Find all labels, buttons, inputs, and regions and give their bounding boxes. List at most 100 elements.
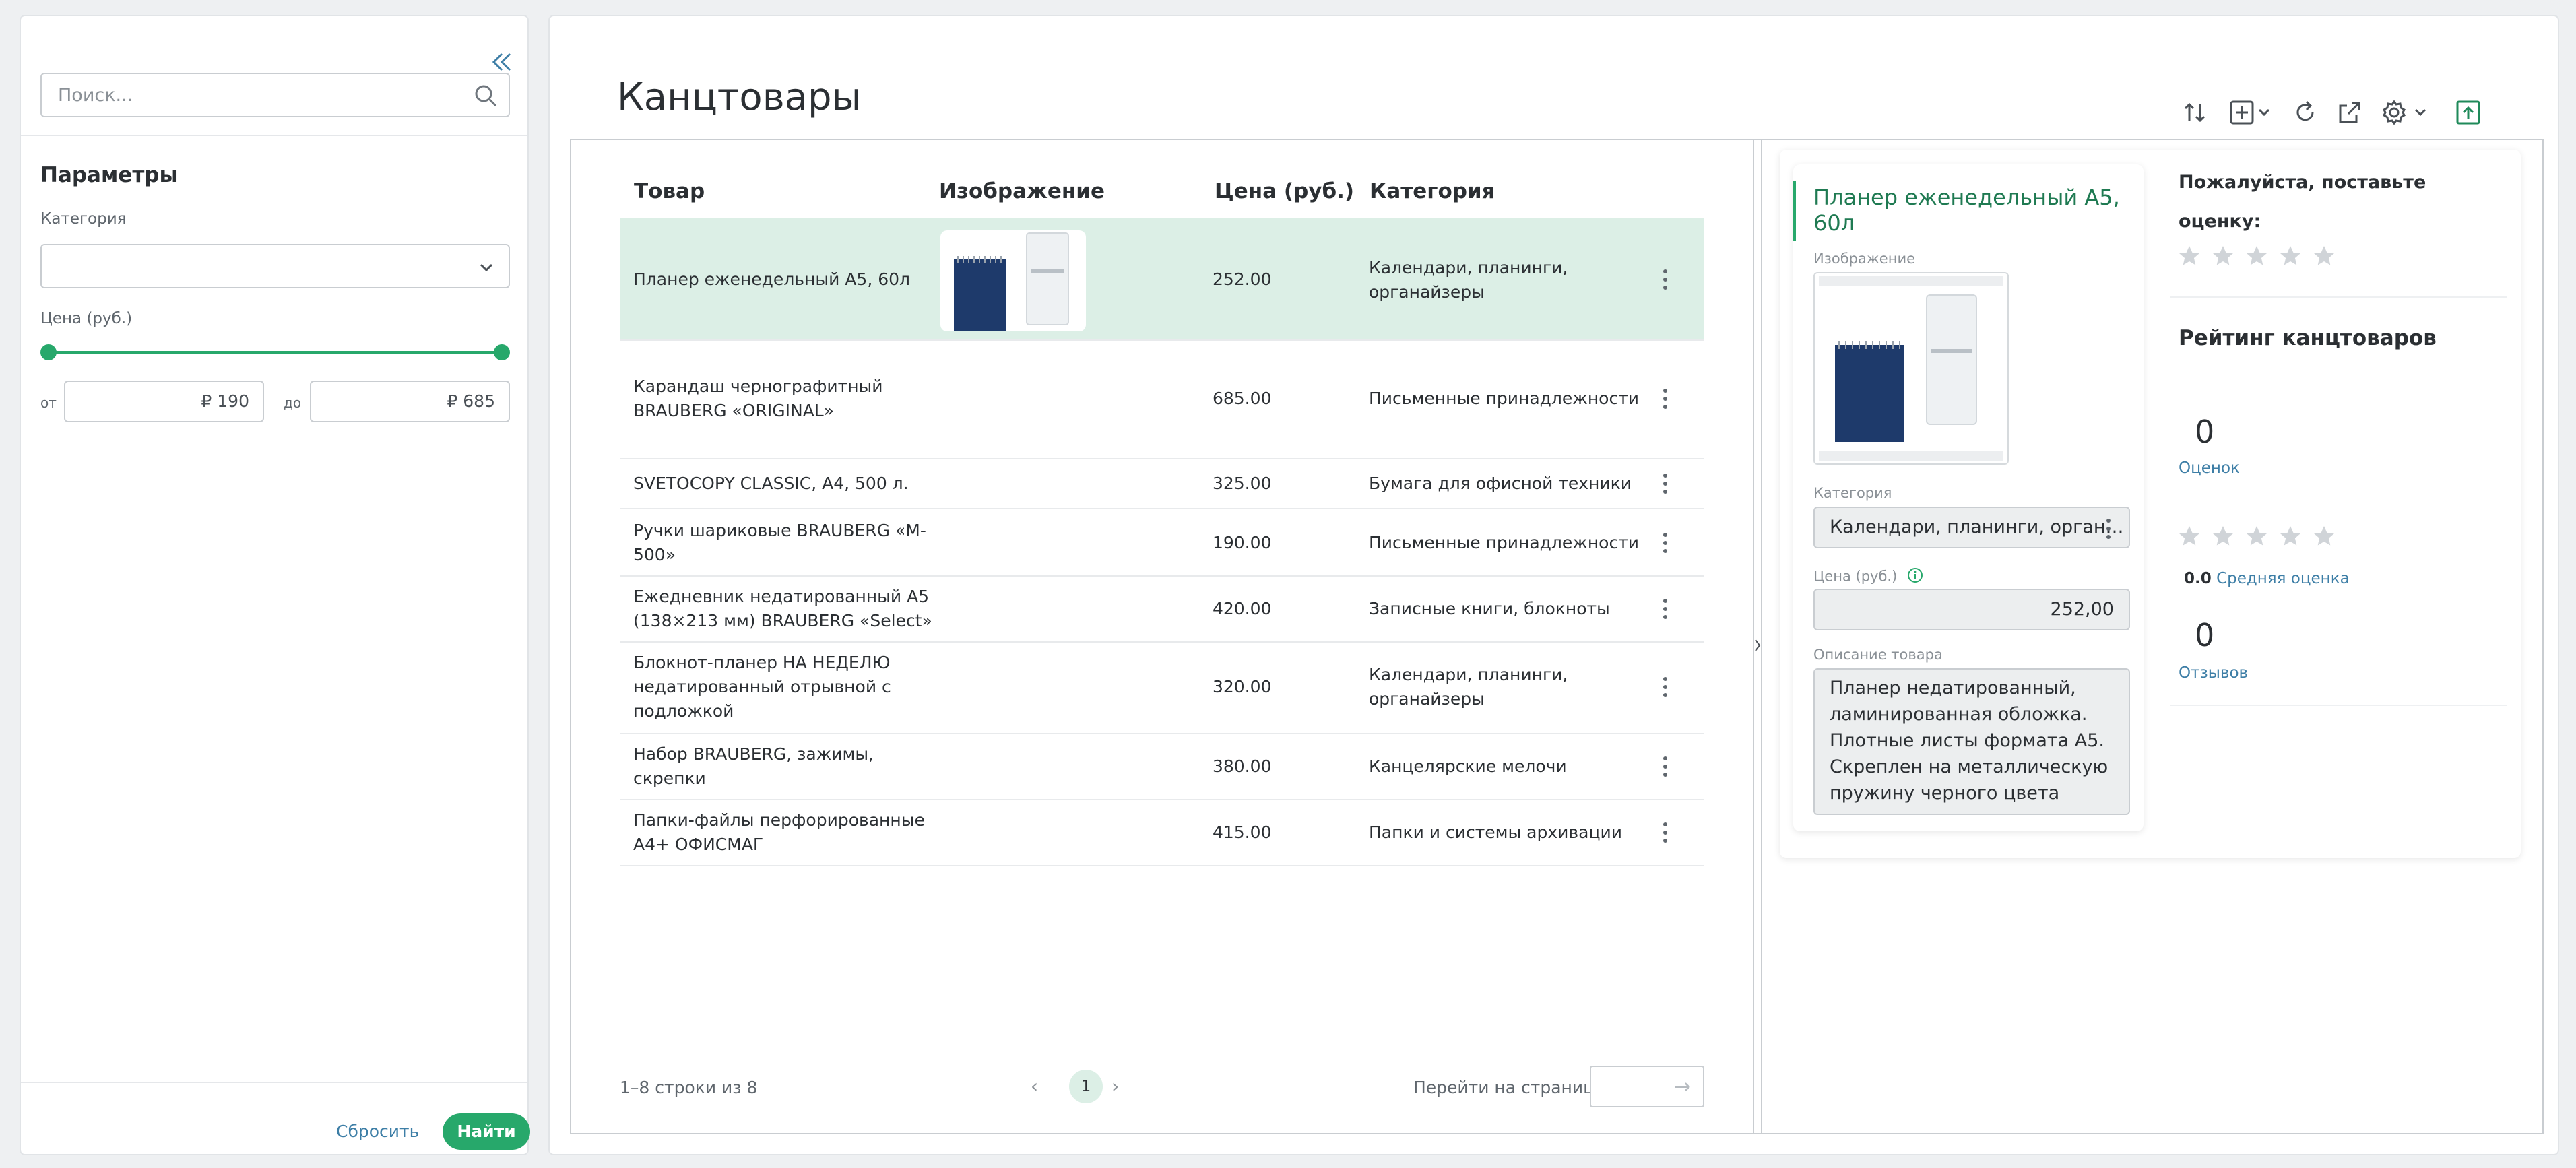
details-price-field[interactable]: 252,00 xyxy=(1813,589,2130,630)
product-category-cell: Календари, планинги, органайзеры xyxy=(1369,258,1568,302)
average-rating-label: Средняя оценка xyxy=(2216,570,2350,587)
field-menu-icon[interactable] xyxy=(2103,516,2114,555)
refresh-icon[interactable] xyxy=(2290,96,2320,129)
params-title: Параметры xyxy=(40,163,179,187)
pager-prev-icon[interactable]: ‹ xyxy=(1031,1075,1038,1097)
table-row[interactable]: Папки-файлы перфорированные А4+ ОФИСМАГ … xyxy=(620,800,1704,866)
price-from-input[interactable]: ₽ 190 xyxy=(64,381,264,422)
rate-stars xyxy=(2177,244,2336,268)
table-row[interactable]: Ежедневник недатированный А5 (138×213 мм… xyxy=(620,577,1704,643)
product-price-cell: 325.00 xyxy=(1213,474,1272,493)
arrow-right-icon[interactable]: → xyxy=(1674,1075,1691,1099)
search-icon[interactable] xyxy=(474,84,498,108)
details-panel: Планер еженедельный А5, 60л Изображение xyxy=(1780,150,2521,858)
export-icon[interactable] xyxy=(2335,96,2364,129)
panel-splitter[interactable] xyxy=(1753,140,1762,1133)
star-icon xyxy=(2278,524,2303,548)
product-name-cell: Карандаш чернографитный BRAUBERG «ORIGIN… xyxy=(633,377,883,420)
product-price-cell: 415.00 xyxy=(1213,822,1272,842)
category-select[interactable] xyxy=(40,244,510,288)
row-menu-icon[interactable] xyxy=(1659,675,1672,699)
product-price-cell: 320.00 xyxy=(1213,677,1272,696)
image-label: Изображение xyxy=(1813,251,1916,267)
row-menu-icon[interactable] xyxy=(1659,531,1672,555)
column-header-price[interactable]: Цена (руб.) xyxy=(1215,179,1354,203)
table-row[interactable]: Планер еженедельный А5, 60л 252.00 Кален… xyxy=(620,218,1704,341)
star-icon[interactable] xyxy=(2177,244,2201,268)
details-description-field[interactable]: Планер недатированный, ламинированная об… xyxy=(1813,668,2130,815)
average-stars xyxy=(2177,524,2336,548)
table-row[interactable]: Набор BRAUBERG, зажимы, скрепки 380.00 К… xyxy=(620,734,1704,800)
main-panel: Канцтовары Товар Изображение Цена (руб.)… xyxy=(548,15,2559,1155)
product-price-cell: 380.00 xyxy=(1213,756,1272,776)
goto-page-label: Перейти на страницу xyxy=(1413,1078,1605,1097)
ratings-count: 0 xyxy=(2195,414,2215,450)
star-icon xyxy=(2312,524,2336,548)
table-row[interactable]: Блокнот-планер НА НЕДЕЛЮ недатированный … xyxy=(620,643,1704,734)
price-to-prefix: до xyxy=(284,395,302,411)
row-menu-icon[interactable] xyxy=(1659,267,1672,292)
details-price-label: Цена (руб.) xyxy=(1813,567,1923,587)
goto-page-input[interactable]: → xyxy=(1590,1066,1704,1107)
table-row[interactable]: SVETOCOPY CLASSIC, А4, 500 л. 325.00 Бум… xyxy=(620,459,1704,509)
settings-icon[interactable] xyxy=(2379,96,2433,129)
row-menu-icon[interactable] xyxy=(1659,820,1672,845)
product-price-cell: 420.00 xyxy=(1213,599,1272,618)
price-slider-min-handle[interactable] xyxy=(40,344,57,360)
rate-prompt: Пожалуйста, поставьте оценку: xyxy=(2179,172,2426,232)
grid-header: Товар Изображение Цена (руб.) Категория xyxy=(571,140,1757,216)
product-category-cell: Записные книги, блокноты xyxy=(1369,599,1610,618)
star-icon[interactable] xyxy=(2312,244,2336,268)
table-row[interactable]: Карандаш чернографитный BRAUBERG «ORIGIN… xyxy=(620,341,1704,459)
row-menu-icon[interactable] xyxy=(1659,597,1672,621)
average-rating-value: 0.0 xyxy=(2184,570,2212,587)
product-image[interactable] xyxy=(1813,272,2009,465)
product-name-cell: Планер еженедельный А5, 60л xyxy=(633,269,910,289)
column-header-category[interactable]: Категория xyxy=(1370,179,1495,203)
price-slider-max-handle[interactable] xyxy=(494,344,510,360)
product-category-cell: Письменные принадлежности xyxy=(1369,533,1640,552)
star-icon[interactable] xyxy=(2278,244,2303,268)
product-form: Планер еженедельный А5, 60л Изображение xyxy=(1793,164,2144,831)
rating-bottom-divider xyxy=(2170,705,2507,706)
collapse-panel-icon[interactable] xyxy=(488,48,515,75)
splitter-grip-icon[interactable] xyxy=(1754,639,1761,652)
average-rating: 0.0 Средняя оценка xyxy=(2184,570,2350,587)
product-name-cell: Папки-файлы перфорированные А4+ ОФИСМАГ xyxy=(633,810,925,854)
find-button[interactable]: Найти xyxy=(443,1113,530,1150)
reset-button[interactable]: Сбросить xyxy=(336,1114,419,1149)
details-description-label: Описание товара xyxy=(1813,647,1943,663)
product-name-cell: Набор BRAUBERG, зажимы, скрепки xyxy=(633,744,874,788)
search-input[interactable] xyxy=(42,74,446,116)
pager-next-icon[interactable]: › xyxy=(1112,1075,1119,1097)
filter-panel: Параметры Категория Цена (руб.) от ₽ 190… xyxy=(20,15,530,1155)
star-icon xyxy=(2245,524,2269,548)
price-slider-track[interactable] xyxy=(48,351,502,354)
star-icon[interactable] xyxy=(2211,244,2235,268)
filter-divider xyxy=(21,135,527,136)
star-icon[interactable] xyxy=(2245,244,2269,268)
search-field xyxy=(40,73,510,117)
star-icon xyxy=(2211,524,2235,548)
form-title: Планер еженедельный А5, 60л xyxy=(1813,185,2120,236)
star-icon xyxy=(2177,524,2201,548)
column-header-image[interactable]: Изображение xyxy=(939,179,1105,203)
column-header-product[interactable]: Товар xyxy=(634,179,705,203)
content-frame: Товар Изображение Цена (руб.) Категория … xyxy=(570,139,2544,1134)
row-menu-icon[interactable] xyxy=(1659,472,1672,496)
product-category-cell: Канцелярские мелочи xyxy=(1369,756,1567,776)
info-icon[interactable] xyxy=(1907,567,1923,587)
price-to-input[interactable]: ₽ 685 xyxy=(310,381,510,422)
ratings-count-label: Оценок xyxy=(2179,459,2240,477)
table-row[interactable]: Ручки шариковые BRAUBERG «M- 500» 190.00… xyxy=(620,509,1704,577)
sort-icon[interactable] xyxy=(2180,96,2210,129)
row-menu-icon[interactable] xyxy=(1659,754,1672,779)
add-icon[interactable] xyxy=(2227,96,2276,129)
details-category-field[interactable]: Календари, планинги, орган… xyxy=(1813,507,2130,548)
upload-icon[interactable] xyxy=(2453,96,2483,129)
pager-page-button[interactable]: 1 xyxy=(1069,1070,1103,1103)
reviews-count-label: Отзывов xyxy=(2179,664,2249,682)
product-category-cell: Календари, планинги, органайзеры xyxy=(1369,665,1568,709)
product-name-cell: Ежедневник недатированный А5 (138×213 мм… xyxy=(633,587,932,630)
row-menu-icon[interactable] xyxy=(1659,387,1672,411)
